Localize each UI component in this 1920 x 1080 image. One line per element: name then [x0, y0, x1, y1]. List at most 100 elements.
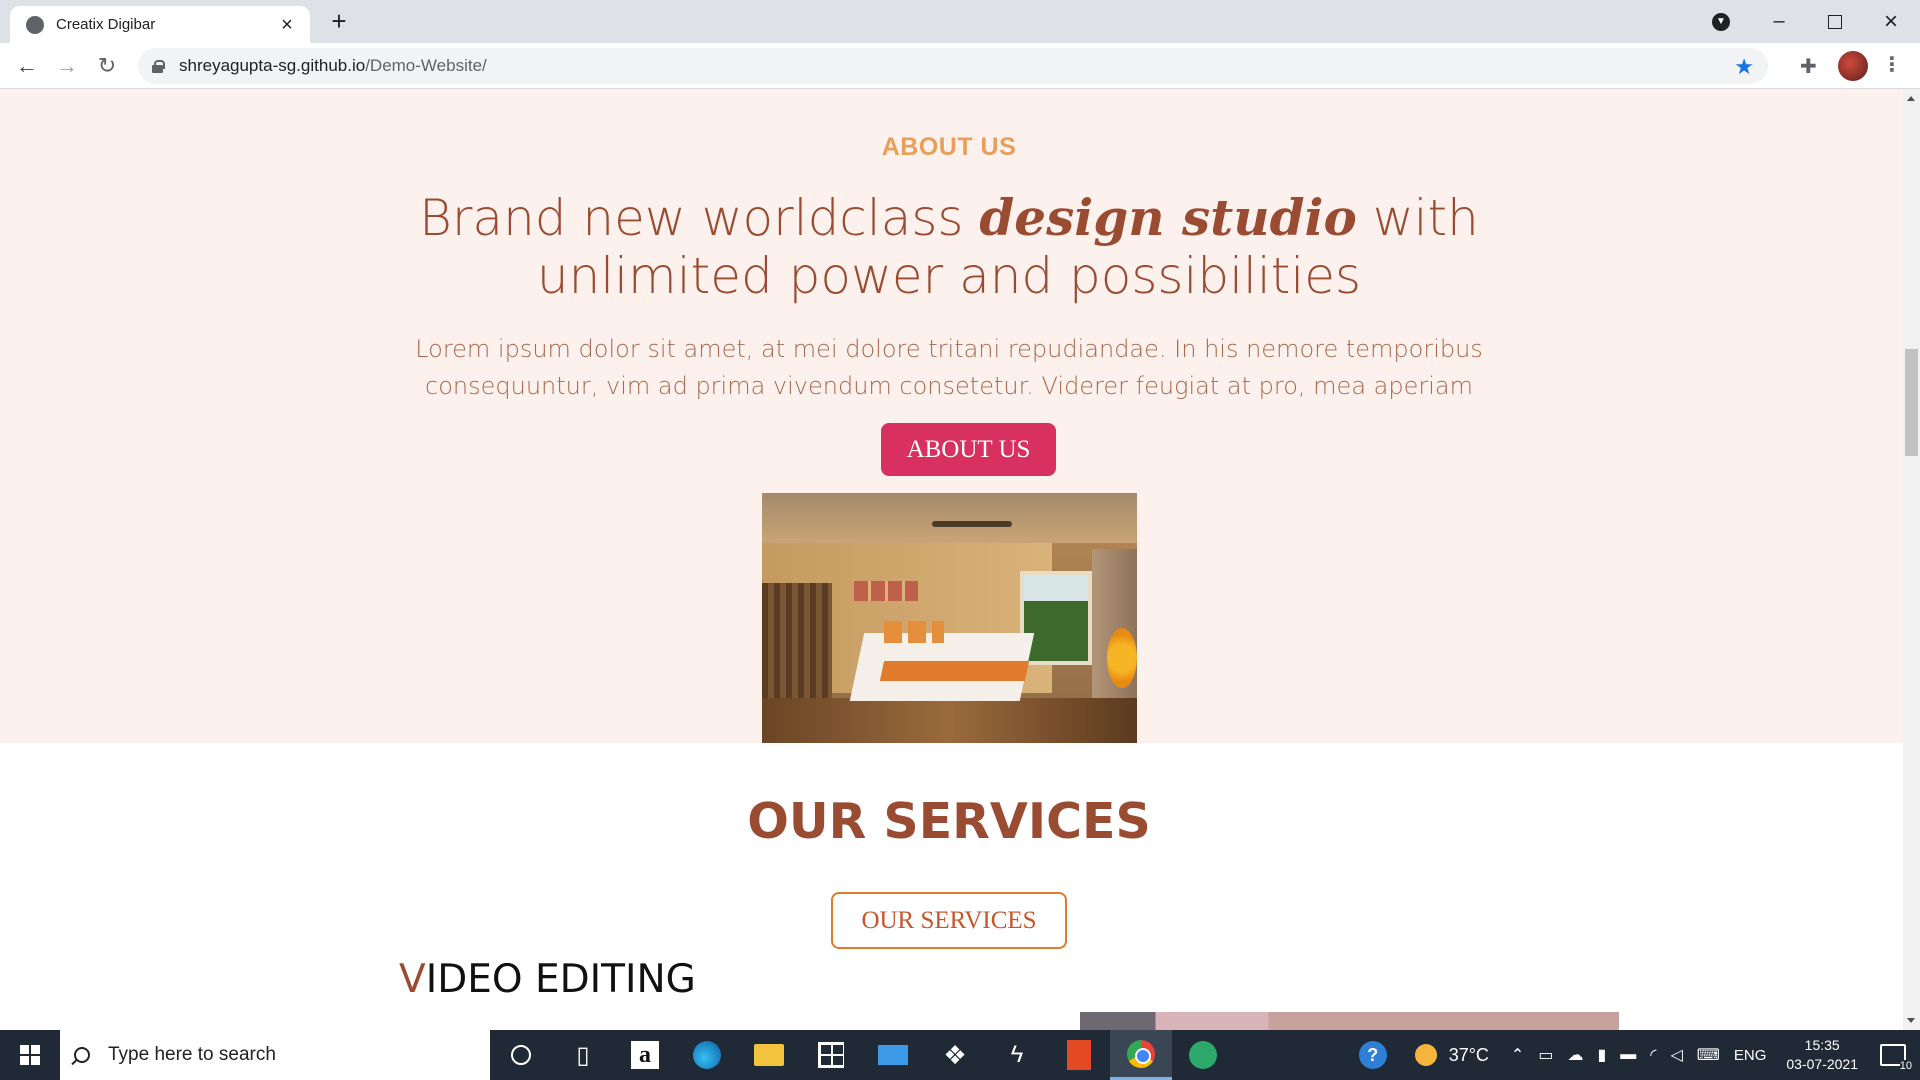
video-title-rest: IDEO EDITING — [425, 957, 696, 1002]
volume-icon[interactable]: ◁ — [1670, 1045, 1682, 1065]
heading-emphasis: design studio — [979, 188, 1357, 247]
browser-menu-icon[interactable]: ⋮ — [1882, 53, 1902, 77]
mail-icon — [878, 1045, 908, 1065]
browser-tab-bar: Creatix Digibar × + ▼ – × — [0, 0, 1920, 43]
windows-taskbar: Type here to search ▯ a ❖ ϟ ? 37°C ⌃ ▭ ☁… — [0, 1030, 1920, 1080]
notification-center-icon[interactable]: 10 — [1880, 1044, 1912, 1072]
wood-panel — [762, 583, 832, 713]
scroll-down-arrow[interactable] — [1907, 1018, 1915, 1023]
flowers — [1107, 628, 1137, 688]
about-heading: Brand new worldclass design studio with … — [340, 188, 1558, 306]
temperature[interactable]: 37°C — [1449, 1045, 1489, 1066]
amazon-app[interactable]: a — [614, 1030, 676, 1080]
wall-frames — [854, 581, 918, 601]
weather-icon[interactable] — [1414, 1044, 1437, 1066]
terminal-app[interactable]: ϟ — [986, 1030, 1048, 1080]
chevron-down-icon: ▼ — [1712, 12, 1730, 31]
reload-button[interactable]: ↻ — [92, 51, 122, 81]
close-tab-icon[interactable]: × — [276, 15, 298, 35]
windows-logo-icon — [20, 1045, 40, 1065]
scroll-thumb[interactable] — [1905, 349, 1918, 456]
cortana-icon — [511, 1045, 531, 1065]
bookmark-star-icon[interactable]: ★ — [1734, 54, 1754, 80]
task-view-icon: ▯ — [576, 1041, 590, 1069]
hotel-room-image — [762, 493, 1137, 743]
video-editing-image — [1080, 1012, 1619, 1030]
ceiling — [762, 493, 1137, 543]
lightning-icon: ϟ — [1010, 1041, 1024, 1068]
heading-pre: Brand new worldclass — [419, 189, 980, 247]
our-services-button[interactable]: OUR SERVICES — [831, 892, 1067, 949]
back-button[interactable]: ← — [12, 51, 42, 81]
wood-floor — [762, 698, 1137, 743]
clock-time: 15:35 — [1804, 1037, 1840, 1053]
notification-count: 10 — [1899, 1060, 1912, 1072]
clock[interactable]: 15:35 03-07-2021 — [1786, 1036, 1858, 1074]
chrome-icon — [1127, 1039, 1155, 1068]
browser-tab[interactable]: Creatix Digibar × — [10, 6, 310, 43]
language-indicator[interactable]: ENG — [1734, 1047, 1767, 1064]
file-explorer-app[interactable] — [738, 1030, 800, 1080]
page-viewport: ABOUT US Brand new worldclass design stu… — [0, 89, 1920, 1030]
help-icon[interactable]: ? — [1358, 1041, 1387, 1069]
edge-icon — [693, 1041, 721, 1069]
page-scrollbar[interactable] — [1903, 89, 1920, 1030]
about-section: ABOUT US Brand new worldclass design stu… — [0, 89, 1903, 743]
amazon-icon: a — [631, 1041, 659, 1069]
cortana-button[interactable] — [490, 1030, 552, 1080]
mail-app[interactable] — [862, 1030, 924, 1080]
globe-icon — [26, 15, 44, 34]
tab-title: Creatix Digibar — [56, 16, 156, 33]
pillows — [884, 621, 944, 643]
tab-search-button[interactable]: ▼ — [1705, 0, 1737, 43]
office-icon — [1067, 1040, 1091, 1070]
battery-icon[interactable]: ▬ — [1620, 1046, 1636, 1064]
chevron-up-icon[interactable]: ⌃ — [1511, 1045, 1524, 1065]
about-us-button[interactable]: ABOUT US — [881, 423, 1056, 476]
restore-icon — [1828, 14, 1842, 29]
close-window-button[interactable]: × — [1870, 0, 1912, 43]
system-tray: ? 37°C ⌃ ▭ ☁ ▮ ▬ ◜ ◁ ⌨ ENG 15:35 03-07-2… — [1358, 1030, 1920, 1080]
search-icon — [74, 1047, 90, 1063]
store-app[interactable] — [800, 1030, 862, 1080]
task-view-button[interactable]: ▯ — [552, 1030, 614, 1080]
edge-app[interactable] — [676, 1030, 738, 1080]
url-host: shreyagupta-sg.github.io — [179, 56, 366, 75]
lock-icon[interactable] — [152, 59, 165, 73]
window — [1020, 571, 1092, 665]
clock-date: 03-07-2021 — [1786, 1056, 1858, 1072]
services-title: OUR SERVICES — [747, 793, 1151, 850]
about-paragraph: Lorem ipsum dolor sit amet, at mei dolor… — [415, 335, 1483, 400]
taskbar-search[interactable]: Type here to search — [60, 1030, 490, 1080]
scroll-up-arrow[interactable] — [1907, 96, 1915, 101]
restore-button[interactable] — [1816, 0, 1854, 43]
keyboard-icon[interactable]: ⌨ — [1697, 1045, 1720, 1065]
video-first-letter: V — [399, 957, 426, 1002]
about-eyebrow: ABOUT US — [881, 133, 1017, 161]
cloud-icon[interactable]: ☁ — [1567, 1045, 1583, 1065]
extensions-puzzle-icon[interactable]: ✚ — [1800, 54, 1817, 79]
office-app[interactable] — [1048, 1030, 1110, 1080]
video-editing-title: VIDEO EDITING — [399, 957, 696, 1002]
microphone-icon[interactable]: ▮ — [1597, 1045, 1606, 1065]
store-icon — [818, 1042, 844, 1068]
search-placeholder: Type here to search — [108, 1044, 276, 1065]
dropbox-icon: ❖ — [943, 1039, 967, 1070]
new-tab-button[interactable]: + — [325, 8, 353, 36]
atom-app[interactable] — [1172, 1030, 1234, 1080]
atom-icon — [1189, 1041, 1217, 1069]
chrome-app[interactable] — [1110, 1030, 1172, 1080]
meet-icon[interactable]: ▭ — [1538, 1045, 1553, 1065]
url-path: /Demo-Website/ — [365, 56, 487, 75]
wifi-icon[interactable]: ◜ — [1650, 1045, 1656, 1065]
folder-icon — [754, 1044, 784, 1066]
start-button[interactable] — [0, 1030, 60, 1080]
forward-button[interactable]: → — [52, 51, 82, 81]
minimize-button[interactable]: – — [1760, 0, 1798, 43]
dropbox-app[interactable]: ❖ — [924, 1030, 986, 1080]
browser-toolbar: ← → ↻ shreyagupta-sg.github.io/Demo-Webs… — [0, 43, 1920, 89]
ceiling-fan — [932, 521, 1012, 527]
bed-runner — [879, 661, 1030, 681]
address-bar[interactable]: shreyagupta-sg.github.io/Demo-Website/ ★ — [138, 48, 1768, 84]
profile-avatar[interactable] — [1838, 51, 1868, 81]
